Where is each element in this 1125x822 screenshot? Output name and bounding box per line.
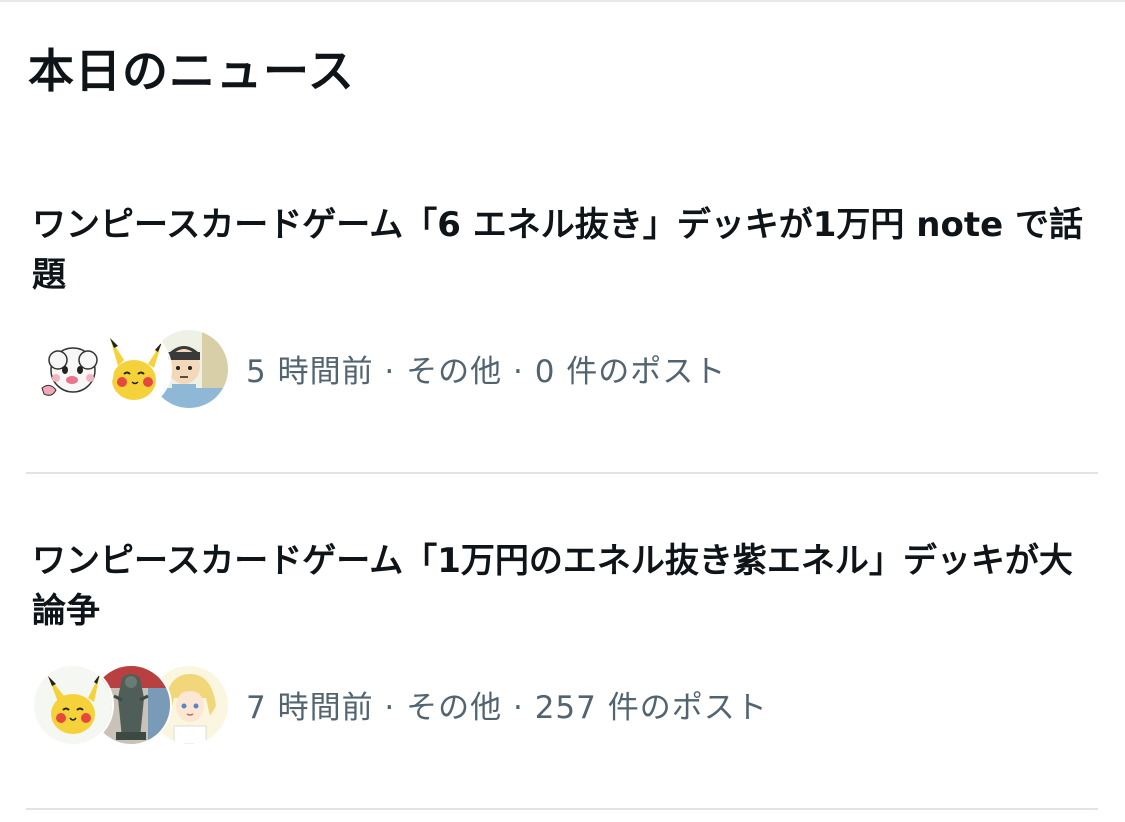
avatar-group	[32, 662, 230, 746]
top-divider	[0, 0, 1125, 2]
divider	[26, 472, 1098, 474]
news-headline[interactable]: ワンピースカードゲーム「1万円のエネル抜き紫エネル」デッキが大論争	[32, 536, 1097, 636]
avatar	[32, 328, 114, 410]
pikachu-icon	[34, 666, 112, 744]
avatar	[32, 664, 114, 746]
news-meta-text: 7 時間前 · その他 · 257 件のポスト	[246, 689, 768, 726]
news-meta-text: 5 時間前 · その他 · 0 件のポスト	[246, 353, 727, 390]
news-headline[interactable]: ワンピースカードゲーム「6 エネル抜き」デッキが1万円 note で話題	[32, 200, 1097, 300]
news-meta: 5 時間前 · その他 · 0 件のポスト	[32, 326, 726, 410]
cloud-character-icon	[34, 330, 112, 408]
news-meta: 7 時間前 · その他 · 257 件のポスト	[32, 662, 768, 746]
avatar-group	[32, 326, 230, 410]
divider	[26, 808, 1098, 810]
section-title: 本日のニュース	[28, 44, 355, 98]
